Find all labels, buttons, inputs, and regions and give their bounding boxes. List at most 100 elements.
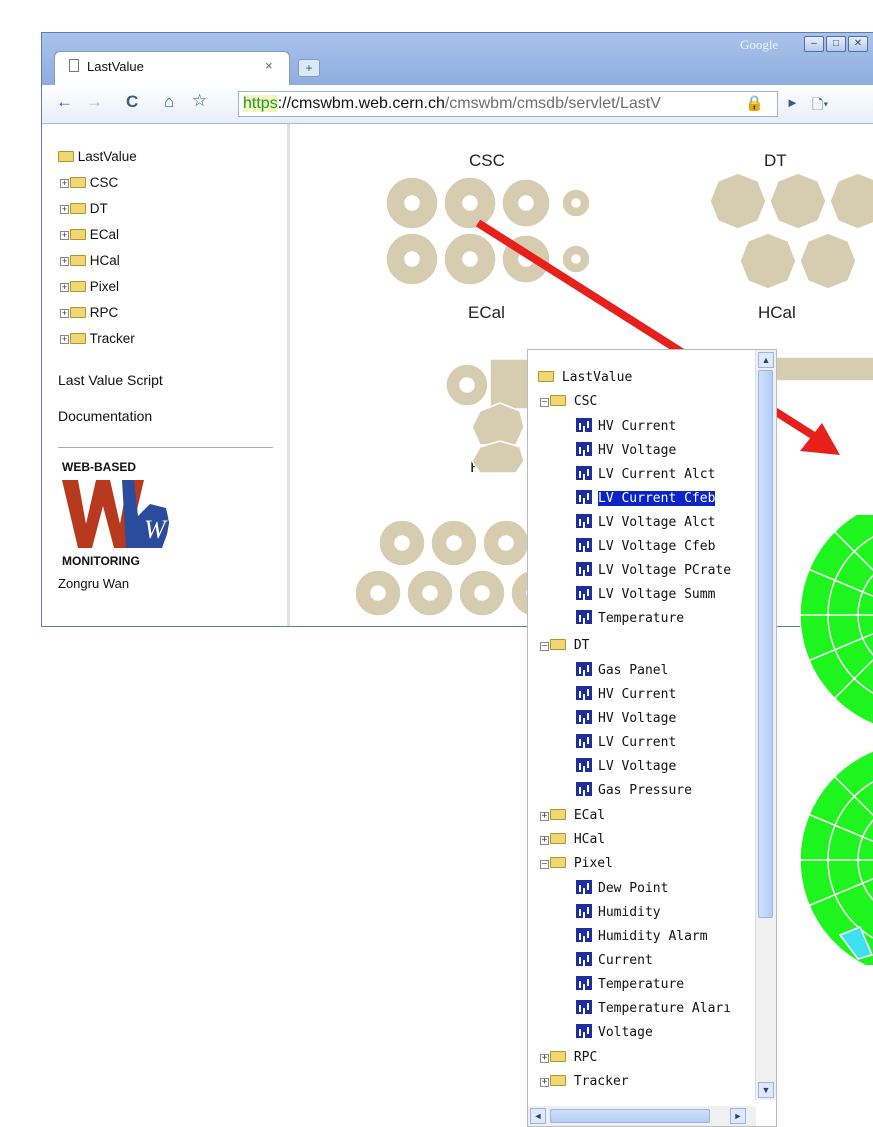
- documentation-link[interactable]: Documentation: [58, 408, 152, 424]
- logo-letter: WbM: [144, 515, 174, 544]
- overlay-item[interactable]: Temperature Aları: [576, 1000, 731, 1016]
- horizontal-scrollbar[interactable]: ◄ ►: [528, 1106, 756, 1126]
- sidebar-item-csc[interactable]: + CSC: [60, 175, 118, 190]
- overlay-tree-root[interactable]: LastValue: [538, 370, 632, 385]
- folder-icon: [70, 177, 86, 188]
- tree-root[interactable]: LastValue: [58, 149, 137, 164]
- expand-icon[interactable]: +: [540, 812, 549, 821]
- reload-icon[interactable]: C: [126, 92, 138, 112]
- overlay-item[interactable]: Humidity: [576, 904, 661, 920]
- new-tab-button[interactable]: +: [298, 59, 320, 77]
- wbm-logo: WbM: [62, 476, 174, 550]
- folder-open-icon: [550, 395, 566, 406]
- address-bar[interactable]: https://cmswbm.web.cern.ch/cmswbm/cmsdb/…: [238, 91, 778, 117]
- expand-icon[interactable]: +: [60, 283, 69, 292]
- minimize-button[interactable]: –: [804, 36, 824, 52]
- maximize-button[interactable]: □: [826, 36, 846, 52]
- star-icon[interactable]: ☆: [192, 91, 207, 111]
- home-icon[interactable]: ⌂: [164, 92, 174, 112]
- sidebar-item-tracker[interactable]: + Tracker: [60, 331, 135, 346]
- forward-icon[interactable]: →: [86, 92, 103, 112]
- sidebar-item-rpc[interactable]: + RPC: [60, 305, 118, 320]
- expand-icon[interactable]: +: [540, 1054, 549, 1063]
- overlay-folder-dt[interactable]: – DT: [540, 638, 589, 653]
- back-icon[interactable]: ←: [56, 92, 73, 112]
- overlay-item[interactable]: HV Voltage: [576, 442, 676, 458]
- overlay-item[interactable]: HV Current: [576, 686, 676, 702]
- overlay-item[interactable]: Gas Panel: [576, 662, 668, 678]
- overlay-item[interactable]: Temperature: [576, 610, 684, 626]
- overlay-item[interactable]: Gas Pressure: [576, 782, 692, 798]
- chart-icon: [576, 1000, 592, 1014]
- url-host: ://cmswbm.web.cern.ch: [277, 95, 445, 112]
- expand-icon[interactable]: +: [540, 836, 549, 845]
- expand-icon[interactable]: +: [60, 231, 69, 240]
- overlay-item[interactable]: LV Voltage Summ: [576, 586, 715, 602]
- overlay-item[interactable]: Dew Point: [576, 880, 668, 896]
- sidebar-item-label: CSC: [89, 175, 119, 190]
- scroll-left-icon[interactable]: ◄: [530, 1108, 546, 1124]
- item-label: LV Current Cfeb: [598, 491, 716, 506]
- collapse-icon[interactable]: –: [540, 398, 549, 407]
- tree-root-label: LastValue: [77, 149, 137, 164]
- item-label: Current: [598, 953, 653, 968]
- overlay-item[interactable]: Voltage: [576, 1024, 653, 1040]
- scroll-right-icon[interactable]: ►: [730, 1108, 746, 1124]
- overlay-item[interactable]: LV Voltage Cfeb: [576, 538, 715, 554]
- overlay-item[interactable]: LV Current: [576, 734, 676, 750]
- sidebar-item-dt[interactable]: + DT: [60, 201, 108, 216]
- overlay-folder-pixel[interactable]: – Pixel: [540, 856, 613, 871]
- chart-icon: [576, 442, 592, 456]
- url-text[interactable]: https://cmswbm.web.cern.ch/cmswbm/cmsdb/…: [243, 95, 661, 113]
- overlay-folder-rpc[interactable]: + RPC: [540, 1050, 597, 1065]
- go-icon[interactable]: ►: [786, 95, 799, 110]
- close-window-button[interactable]: ✕: [848, 36, 868, 52]
- expand-icon[interactable]: +: [60, 309, 69, 318]
- last-value-script-link[interactable]: Last Value Script: [58, 372, 163, 388]
- overlay-folder-tracker[interactable]: + Tracker: [540, 1074, 629, 1089]
- logo-top-text: WEB-BASED: [62, 460, 136, 474]
- sidebar-item-hcal[interactable]: + HCal: [60, 253, 120, 268]
- expand-icon[interactable]: +: [60, 335, 69, 344]
- hscroll-thumb[interactable]: [550, 1109, 710, 1123]
- scroll-down-icon[interactable]: ▼: [758, 1082, 774, 1098]
- overlay-item[interactable]: LV Voltage Alct: [576, 514, 715, 530]
- tab-close-icon[interactable]: ×: [265, 58, 273, 73]
- collapse-icon[interactable]: –: [540, 860, 549, 869]
- left-panel: LastValue + CSC + DT + ECal + HCal + Pix…: [42, 124, 290, 626]
- overlay-item[interactable]: Current: [576, 952, 653, 968]
- overlay-item[interactable]: LV Current Alct: [576, 466, 715, 482]
- collapse-icon[interactable]: –: [540, 642, 549, 651]
- scroll-up-icon[interactable]: ▲: [758, 352, 774, 368]
- overlay-folder-hcal[interactable]: + HCal: [540, 832, 605, 847]
- sidebar-item-pixel[interactable]: + Pixel: [60, 279, 119, 294]
- overlay-folder-csc[interactable]: – CSC: [540, 394, 597, 409]
- item-label: LV Voltage Alct: [598, 515, 716, 530]
- overlay-item[interactable]: Temperature: [576, 976, 684, 992]
- expand-icon[interactable]: +: [540, 1078, 549, 1087]
- overlay-folder-ecal[interactable]: + ECal: [540, 808, 605, 823]
- status-disk-upper[interactable]: [800, 515, 873, 733]
- sidebar-item-ecal[interactable]: + ECal: [60, 227, 119, 242]
- overlay-item[interactable]: HV Voltage: [576, 710, 676, 726]
- csc-status-disks[interactable]: [800, 515, 873, 965]
- tab-lastvalue[interactable]: LastValue ×: [54, 51, 290, 85]
- expand-icon[interactable]: +: [60, 257, 69, 266]
- overlay-item[interactable]: LV Voltage PCrate: [576, 562, 731, 578]
- chart-icon: [576, 880, 592, 894]
- chart-icon: [576, 418, 592, 432]
- overlay-item[interactable]: LV Voltage: [576, 758, 676, 774]
- item-label: Temperature: [598, 977, 685, 992]
- chart-icon: [576, 686, 592, 700]
- overlay-item-selected[interactable]: LV Current Cfeb: [576, 490, 716, 506]
- item-label: Humidity Alarm: [598, 929, 708, 944]
- overlay-item[interactable]: HV Current: [576, 418, 676, 434]
- chart-icon: [576, 710, 592, 724]
- scroll-thumb[interactable]: [758, 370, 773, 918]
- page-menu-icon[interactable]: 🗋▾: [812, 94, 828, 118]
- expand-icon[interactable]: +: [60, 205, 69, 214]
- vertical-scrollbar[interactable]: ▲ ▼: [755, 350, 776, 1100]
- expand-icon[interactable]: +: [60, 179, 69, 188]
- page-icon: [69, 59, 79, 72]
- overlay-item[interactable]: Humidity Alarm: [576, 928, 708, 944]
